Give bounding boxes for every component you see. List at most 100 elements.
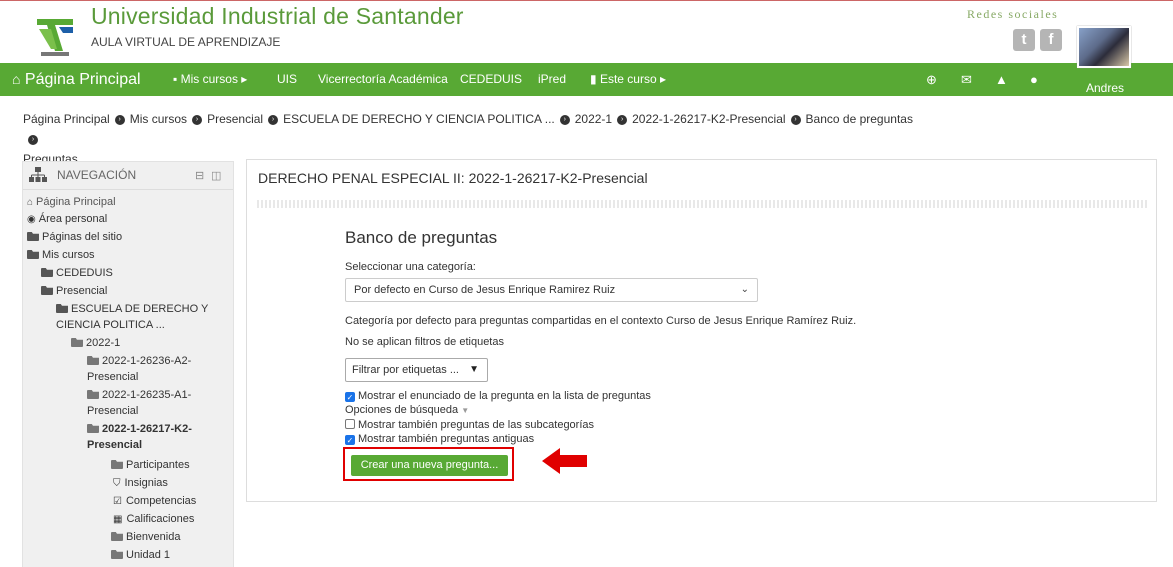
main-navbar: ⌂ Página Principal ▪ Mis cursos ▸ UIS Vi… <box>0 63 1173 96</box>
nav-item-escuela-cont[interactable]: CIENCIA POLITICA ... <box>56 318 165 333</box>
folder-icon <box>27 232 39 241</box>
add-icon[interactable]: ⊕ <box>926 63 937 96</box>
show-question-text-option[interactable]: ✓ Mostrar el enunciado de la pregunta en … <box>345 390 651 402</box>
category-select-value: Por defecto en Curso de Jesus Enrique Ra… <box>354 284 616 296</box>
navigation-block-title: NAVEGACIÓN <box>57 168 137 182</box>
nav-item-badges[interactable]: ⛉ Insignias <box>111 476 168 491</box>
chevron-right-icon: › <box>268 114 279 125</box>
nav-item-cededuis[interactable]: CEDEDUIS <box>41 266 113 281</box>
search-options-label: Opciones de búsqueda <box>345 404 459 416</box>
nav-item-label: Unidad 1 <box>126 549 171 561</box>
twitter-icon[interactable]: t <box>1013 29 1035 51</box>
nav-this-course[interactable]: ▮ Este curso ▸ <box>590 63 666 96</box>
nav-item-my-courses[interactable]: Mis cursos <box>27 248 95 263</box>
mail-icon[interactable]: ✉ <box>961 63 972 96</box>
folder-open-icon <box>87 424 99 433</box>
folder-icon <box>111 532 123 541</box>
nav-cededuis[interactable]: CEDEDUIS <box>460 63 522 96</box>
folder-open-icon <box>71 338 83 347</box>
nav-item-home[interactable]: ⌂ Página Principal <box>27 195 116 210</box>
nav-item-label: CIENCIA POLITICA ... <box>56 319 165 331</box>
nav-item-course-k2-cont[interactable]: Presencial <box>87 438 142 453</box>
navigation-block-header: NAVEGACIÓN ⊟ ◫ <box>23 162 233 190</box>
nav-ipred[interactable]: iPred <box>538 63 566 96</box>
breadcrumb-item[interactable]: Mis cursos <box>130 112 187 126</box>
dashboard-icon: ◉ <box>27 214 36 225</box>
social-label: Redes sociales <box>967 7 1059 21</box>
nav-item-presencial[interactable]: Presencial <box>41 284 107 299</box>
nav-item-label: Página Principal <box>36 196 116 208</box>
nav-item-welcome[interactable]: Bienvenida <box>111 530 180 545</box>
nav-item-label: Presencial <box>87 439 143 451</box>
nav-item-course-a1-cont[interactable]: Presencial <box>87 404 138 419</box>
user-menu[interactable]: Andres Eduardo ▸ <box>1075 69 1135 109</box>
sitemap-icon <box>29 167 47 182</box>
nav-item-label: 2022-1 <box>86 337 121 349</box>
nav-this-course-label: Este curso ▸ <box>599 72 666 86</box>
highlight-box <box>343 447 514 481</box>
show-old-label: Mostrar también preguntas antiguas <box>358 433 535 445</box>
nav-item-competencies[interactable]: ☑ Competencias <box>111 494 196 509</box>
show-subcategories-option[interactable]: Mostrar también preguntas de las subcate… <box>345 419 594 431</box>
breadcrumb-item[interactable]: Banco de preguntas <box>806 112 913 126</box>
nav-item-unit-1[interactable]: Unidad 1 <box>111 548 170 563</box>
site-title[interactable]: Universidad Industrial de Santander <box>91 3 464 30</box>
dock-icon[interactable]: ◫ <box>211 169 221 182</box>
bell-icon[interactable]: ▲ <box>995 63 1008 96</box>
nav-item-label: Insignias <box>124 477 168 489</box>
breadcrumb-item[interactable]: Presencial <box>207 112 263 126</box>
nav-item-course-a1[interactable]: 2022-1-26235-A1- <box>87 388 191 403</box>
briefcase-icon: ▪ <box>173 72 178 86</box>
nav-my-courses-label: Mis cursos ▸ <box>180 72 248 86</box>
nav-item-label: CEDEDUIS <box>56 267 113 279</box>
facebook-icon[interactable]: f <box>1040 29 1062 51</box>
nav-item-course-a2-cont[interactable]: Presencial <box>87 370 138 385</box>
search-options-toggle[interactable]: Opciones de búsqueda ▼ <box>345 404 469 416</box>
nav-item-label: 2022-1-26235-A1- <box>102 389 192 401</box>
show-subcategories-checkbox[interactable] <box>345 419 355 429</box>
nav-item-grades[interactable]: ▦ Calificaciones <box>111 512 194 527</box>
show-old-checkbox[interactable]: ✓ <box>345 435 355 445</box>
nav-item-participants[interactable]: Participantes <box>111 458 190 473</box>
show-old-option[interactable]: ✓ Mostrar también preguntas antiguas <box>345 433 534 445</box>
nav-item-site-pages[interactable]: Páginas del sitio <box>27 230 122 245</box>
chat-icon[interactable]: ● <box>1030 63 1038 96</box>
check-square-icon: ☑ <box>113 496 122 507</box>
nav-home[interactable]: ⌂ Página Principal <box>12 63 141 96</box>
category-select[interactable]: Por defecto en Curso de Jesus Enrique Ra… <box>345 278 758 302</box>
nav-my-courses[interactable]: ▪ Mis cursos ▸ <box>173 63 247 96</box>
nav-item-dashboard[interactable]: ◉ Área personal <box>27 212 107 227</box>
nav-item-course-a2[interactable]: 2022-1-26236-A2- <box>87 354 191 369</box>
nav-item-label: Mis cursos <box>42 249 95 261</box>
home-icon: ⌂ <box>27 197 34 208</box>
breadcrumb-item[interactable]: 2022-1-26217-K2-Presencial <box>632 112 785 126</box>
folder-open-icon <box>41 286 53 295</box>
breadcrumb-item[interactable]: Página Principal <box>23 112 110 126</box>
home-icon: ⌂ <box>12 71 21 87</box>
category-description: Categoría por defecto para preguntas com… <box>345 315 857 327</box>
nav-item-escuela[interactable]: ESCUELA DE DERECHO Y <box>56 302 208 317</box>
collapse-icon[interactable]: ⊟ <box>195 169 204 182</box>
folder-open-icon <box>56 304 68 313</box>
breadcrumb-item[interactable]: ESCUELA DE DERECHO Y CIENCIA POLITICA ..… <box>283 112 555 126</box>
show-question-text-checkbox[interactable]: ✓ <box>345 392 355 402</box>
folder-icon <box>41 268 53 277</box>
nav-item-2022-1[interactable]: 2022-1 <box>71 336 120 351</box>
breadcrumb-item[interactable]: 2022-1 <box>575 112 612 126</box>
university-logo[interactable] <box>33 13 77 59</box>
folder-icon <box>87 390 99 399</box>
arrow-left-icon <box>542 448 587 474</box>
nav-item-label: Presencial <box>56 285 108 297</box>
nav-item-label: ESCUELA DE DERECHO Y <box>71 303 209 315</box>
nav-item-course-k2[interactable]: 2022-1-26217-K2- <box>87 422 192 437</box>
chevron-right-icon: › <box>192 114 203 125</box>
nav-item-label: Competencias <box>125 495 197 507</box>
site-subtitle: AULA VIRTUAL DE APRENDIZAJE <box>91 35 281 49</box>
nav-uis[interactable]: UIS <box>277 63 297 96</box>
user-first-name: Andres <box>1085 81 1125 95</box>
nav-vicerrectoria[interactable]: Vicerrectoría Académica <box>318 63 448 96</box>
page-title: Banco de preguntas <box>345 228 498 247</box>
tag-filter-select[interactable]: Filtrar por etiquetas ... ▼ <box>345 358 488 382</box>
user-avatar[interactable] <box>1077 26 1131 68</box>
nav-item-label: Bienvenida <box>126 531 181 543</box>
